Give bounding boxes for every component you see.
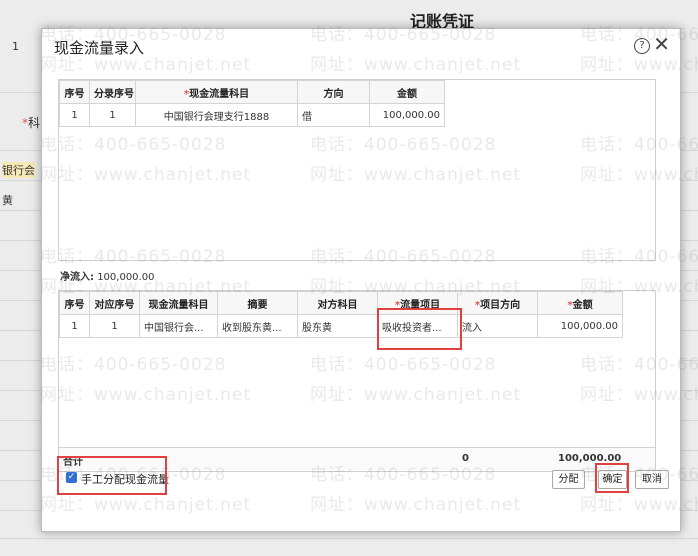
totals-amount: 100,000.00 xyxy=(558,453,622,464)
cell-seq: 1 xyxy=(59,103,90,127)
cash-flow-table-header: 序号 对应序号 现金流量科目 摘要 对方科目 *流量项目 *项目方向 *金额 xyxy=(59,291,623,315)
bg-divider xyxy=(0,538,698,539)
cash-flow-table: 序号 对应序号 现金流量科目 摘要 对方科目 *流量项目 *项目方向 *金额 1… xyxy=(59,291,623,338)
col-header-item-direction: *项目方向 xyxy=(457,291,538,315)
net-inflow-value: 100,000.00 xyxy=(97,272,155,283)
manual-cash-flow-label[interactable]: 手工分配现金流量 xyxy=(81,471,169,487)
distribute-button[interactable]: 分配 xyxy=(552,470,585,489)
cash-flow-entry-dialog: 现金流量录入 ? ✕ 序号 分录序号 *现金流量科目 方向 金额 1 1 中国银… xyxy=(41,28,681,532)
net-inflow-label: 净流入: xyxy=(60,272,94,283)
net-inflow: 净流入: 100,000.00 xyxy=(60,268,154,283)
entry-table: 序号 分录序号 *现金流量科目 方向 金额 1 1 中国银行会理支行1888 借… xyxy=(59,80,445,127)
cash-flow-table-panel: 序号 对应序号 现金流量科目 摘要 对方科目 *流量项目 *项目方向 *金额 1… xyxy=(58,290,656,472)
cell-cash-flow-subject[interactable]: 中国银行会理支行1888 xyxy=(135,103,298,127)
totals-count: 0 xyxy=(462,453,469,464)
col-header-flow-item: *流量项目 xyxy=(377,291,458,315)
col-header-seq: 序号 xyxy=(59,80,90,104)
confirm-button[interactable]: 确定 xyxy=(598,470,627,489)
cancel-button[interactable]: 取消 xyxy=(635,470,669,489)
table-row[interactable]: 1 1 中国银行会... 收到股东黄... 股东黄 吸收投资者... 流入 10… xyxy=(59,314,623,338)
cell-summary[interactable]: 收到股东黄... xyxy=(217,314,298,338)
bg-fragment-misc: 黄 xyxy=(2,194,13,207)
col-header-summary: 摘要 xyxy=(217,291,298,315)
entry-table-header: 序号 分录序号 *现金流量科目 方向 金额 xyxy=(59,80,445,104)
totals-row: 合计 0 100,000.00 xyxy=(59,447,655,470)
col-header-counter-subject: 对方科目 xyxy=(297,291,378,315)
dialog-title: 现金流量录入 xyxy=(54,39,145,57)
table-row[interactable]: 1 1 中国银行会理支行1888 借 100,000.00 xyxy=(59,103,445,127)
cell-amount[interactable]: 100,000.00 xyxy=(369,103,445,127)
col-header-direction: 方向 xyxy=(297,80,370,104)
col-header-seq: 序号 xyxy=(59,291,90,315)
col-header-cash-flow-subject: 现金流量科目 xyxy=(139,291,218,315)
col-header-entry-seq: 分录序号 xyxy=(89,80,136,104)
cell-corresponding-seq: 1 xyxy=(89,314,140,338)
col-header-corresponding-seq: 对应序号 xyxy=(89,291,140,315)
col-header-amount: 金额 xyxy=(369,80,445,104)
bg-fragment-bank: 银行会 xyxy=(2,162,35,178)
help-icon[interactable]: ? xyxy=(634,38,650,54)
cell-direction[interactable]: 借 xyxy=(297,103,370,127)
cell-item-direction[interactable]: 流入 xyxy=(457,314,538,338)
totals-label: 合计 xyxy=(63,457,83,468)
cell-flow-item[interactable]: 吸收投资者... xyxy=(377,314,458,338)
cell-cash-flow-subject[interactable]: 中国银行会... xyxy=(139,314,218,338)
cell-counter-subject[interactable]: 股东黄 xyxy=(297,314,378,338)
cell-entry-seq: 1 xyxy=(89,103,136,127)
manual-cash-flow-checkbox[interactable]: ✓ xyxy=(66,472,77,483)
col-header-amount: *金额 xyxy=(537,291,623,315)
col-header-cash-flow-subject: *现金流量科目 xyxy=(135,80,298,104)
entry-table-panel: 序号 分录序号 *现金流量科目 方向 金额 1 1 中国银行会理支行1888 借… xyxy=(58,79,656,261)
bg-fragment-subject: *科 xyxy=(22,116,41,130)
cell-amount[interactable]: 100,000.00 xyxy=(537,314,623,338)
cell-seq: 1 xyxy=(59,314,90,338)
close-icon[interactable]: ✕ xyxy=(653,32,670,56)
bg-fragment-number: 1 xyxy=(12,40,19,53)
